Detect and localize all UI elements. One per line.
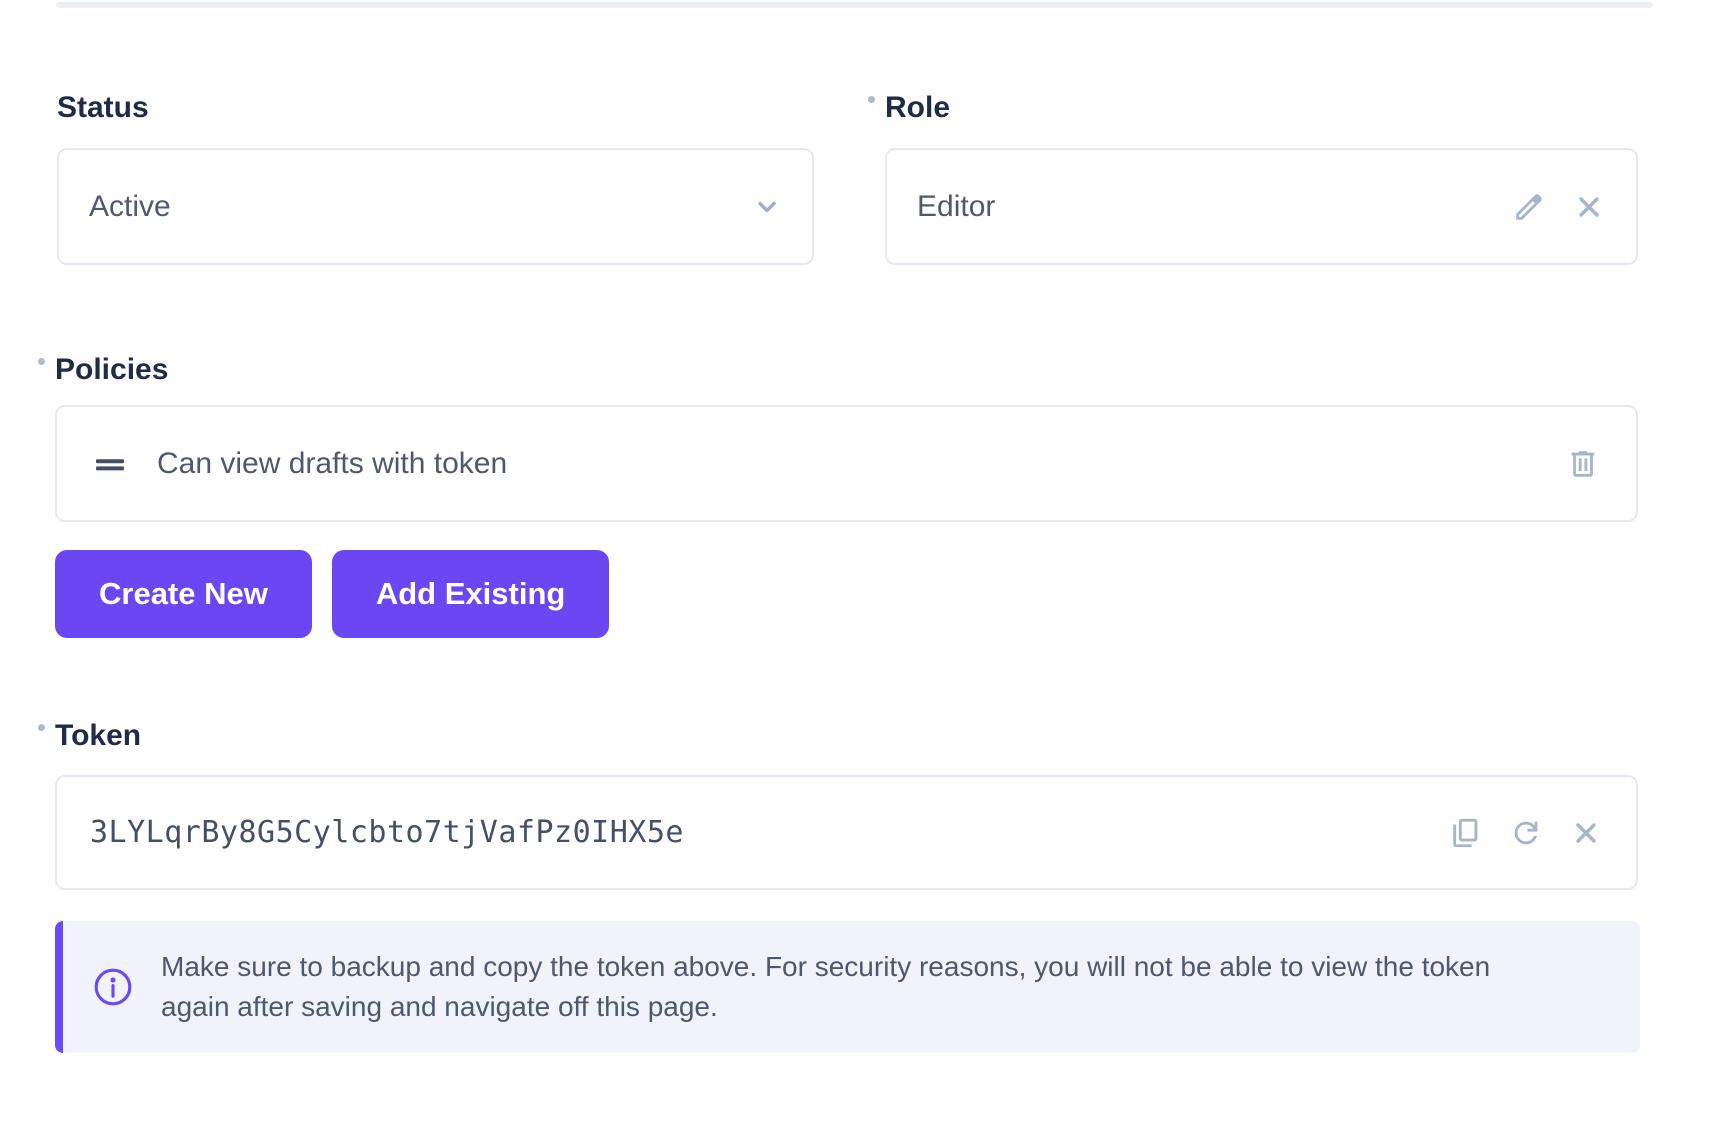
- role-value: Editor: [917, 190, 995, 224]
- status-select[interactable]: Active: [57, 148, 814, 265]
- trash-icon[interactable]: [1566, 447, 1600, 481]
- deselect-x-icon[interactable]: [1572, 190, 1606, 224]
- role-label: Role: [885, 90, 950, 126]
- form-page: Status Active Role Editor: [0, 0, 1736, 1132]
- edit-pencil-icon[interactable]: [1512, 190, 1546, 224]
- add-existing-button[interactable]: Add Existing: [332, 550, 609, 638]
- status-label: Status: [57, 90, 149, 126]
- status-field-group: Status Active: [57, 90, 814, 265]
- token-value: 3LYLqrBy8G5Cylcbto7tjVafPz0IHX5e: [90, 815, 684, 850]
- role-field[interactable]: Editor: [885, 148, 1638, 265]
- token-backup-notice: Make sure to backup and copy the token a…: [55, 921, 1640, 1053]
- status-value: Active: [89, 190, 171, 224]
- create-new-button[interactable]: Create New: [55, 550, 312, 638]
- policy-list-item[interactable]: Can view drafts with token: [55, 405, 1638, 522]
- token-label: Token: [55, 718, 141, 754]
- drag-handle-icon[interactable]: [93, 447, 127, 481]
- chevron-down-icon: [752, 192, 782, 222]
- refresh-icon[interactable]: [1509, 816, 1543, 850]
- role-field-group: Role Editor: [885, 90, 1638, 265]
- required-dot: [868, 96, 875, 103]
- token-field[interactable]: 3LYLqrBy8G5Cylcbto7tjVafPz0IHX5e: [55, 775, 1638, 890]
- policies-field-group: Policies Can view drafts with token Crea…: [55, 352, 1638, 638]
- required-dot: [38, 724, 45, 731]
- copy-icon[interactable]: [1449, 816, 1483, 850]
- policy-title: Can view drafts with token: [157, 447, 507, 481]
- token-field-group: Token 3LYLqrBy8G5Cylcbto7tjVafPz0IHX5e: [55, 718, 1638, 890]
- top-divider: [56, 2, 1653, 8]
- policies-label: Policies: [55, 352, 168, 388]
- info-icon: [92, 966, 134, 1008]
- notice-text: Make sure to backup and copy the token a…: [161, 947, 1506, 1027]
- clear-x-icon[interactable]: [1569, 816, 1603, 850]
- required-dot: [38, 358, 45, 365]
- policies-actions: Create New Add Existing: [55, 550, 1638, 638]
